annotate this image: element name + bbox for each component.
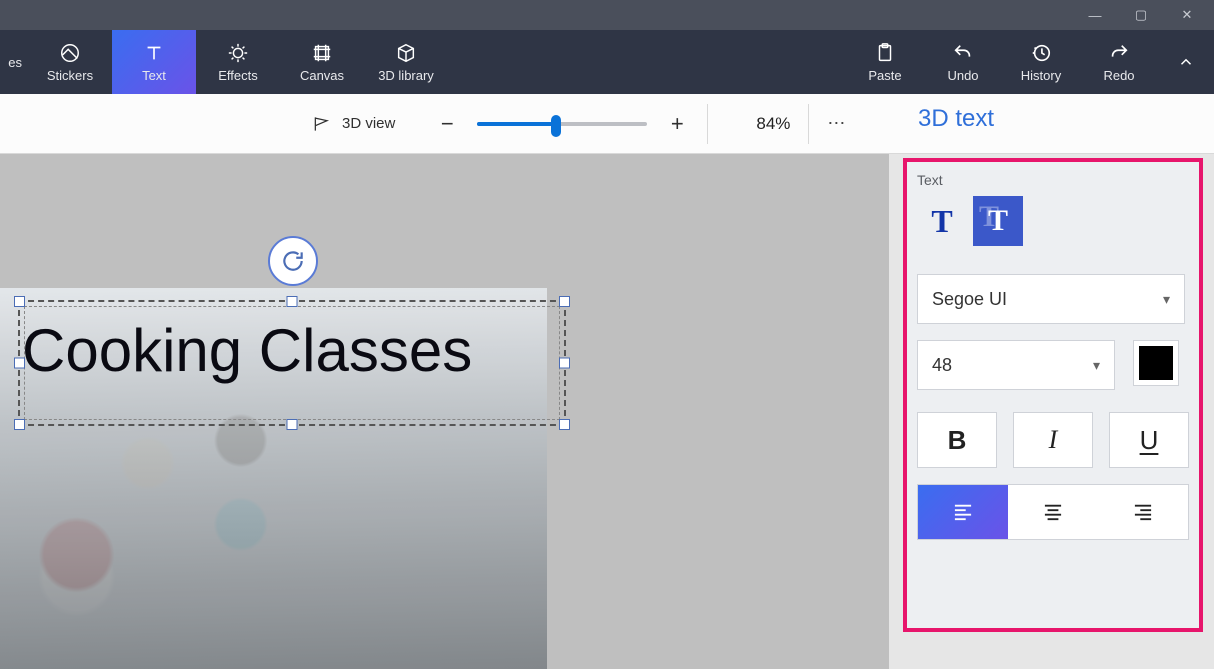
slider-fill [477, 122, 555, 126]
side-panel-title[interactable]: 3D text [918, 105, 994, 133]
chevron-up-icon [1177, 53, 1195, 71]
resize-handle-tr[interactable] [559, 296, 570, 307]
paste-icon [874, 42, 896, 64]
ribbon-item-effects[interactable]: Effects [196, 30, 280, 94]
redo-button[interactable]: Redo [1080, 30, 1158, 94]
align-center-button[interactable] [1008, 485, 1098, 539]
zoom-slider[interactable] [477, 122, 647, 126]
ribbon-label: Canvas [300, 68, 344, 83]
text-type-3d-button[interactable]: T [973, 196, 1023, 246]
ribbon-label: Paste [868, 68, 901, 83]
ribbon-label: Undo [947, 68, 978, 83]
rotate-icon [280, 248, 306, 274]
ribbon-label: Redo [1103, 68, 1134, 83]
secondary-toolbar: 3D view − + 84% ⋯ [0, 94, 1214, 154]
align-left-button[interactable] [918, 485, 1008, 539]
size-value: 48 [932, 355, 952, 376]
resize-handle-bl[interactable] [14, 419, 25, 430]
canvas-icon [311, 42, 333, 64]
divider [808, 104, 809, 144]
panel-section-label: Text [917, 172, 1189, 188]
canvas-text-content[interactable]: Cooking Classes [22, 316, 472, 385]
slider-thumb[interactable] [551, 115, 561, 137]
chevron-down-icon: ▾ [1163, 291, 1170, 308]
flag-icon [312, 114, 332, 134]
font-family-select[interactable]: Segoe UI ▾ [917, 274, 1185, 324]
text-icon [143, 42, 165, 64]
zoom-in-button[interactable]: + [665, 111, 689, 137]
ribbon-item-text[interactable]: Text [112, 30, 196, 94]
font-value: Segoe UI [932, 289, 1007, 310]
paste-button[interactable]: Paste [846, 30, 924, 94]
resize-handle-tl[interactable] [14, 296, 25, 307]
history-icon [1030, 42, 1052, 64]
align-right-button[interactable] [1098, 485, 1188, 539]
close-button[interactable]: ✕ [1164, 0, 1210, 30]
expand-ribbon-button[interactable] [1158, 30, 1214, 94]
minimize-button[interactable]: — [1072, 0, 1118, 30]
alignment-group [917, 484, 1189, 540]
history-button[interactable]: History [1002, 30, 1080, 94]
cube-icon [395, 42, 417, 64]
3d-view-label: 3D view [342, 115, 395, 132]
ribbon-item-brushes[interactable]: es [0, 30, 28, 94]
ribbon-item-stickers[interactable]: Stickers [28, 30, 112, 94]
ribbon-label: 3D library [378, 68, 434, 83]
ribbon-label: Text [142, 68, 166, 83]
chevron-down-icon: ▾ [1093, 357, 1100, 374]
rotate-handle[interactable] [268, 236, 318, 286]
ribbon-label: Stickers [47, 68, 93, 83]
undo-icon [952, 42, 974, 64]
resize-handle-br[interactable] [559, 419, 570, 430]
text-color-picker[interactable] [1133, 340, 1179, 386]
stickers-icon [59, 42, 81, 64]
resize-handle-mr[interactable] [559, 358, 570, 369]
zoom-percent[interactable]: 84% [756, 114, 790, 134]
maximize-button[interactable]: ▢ [1118, 0, 1164, 30]
ribbon-item-3d-library[interactable]: 3D library [364, 30, 448, 94]
3d-view-toggle[interactable]: 3D view [300, 108, 407, 140]
more-button[interactable]: ⋯ [827, 113, 847, 134]
ribbon-label: History [1021, 68, 1061, 83]
zoom-out-button[interactable]: − [435, 111, 459, 137]
divider [707, 104, 708, 144]
bold-button[interactable]: B [917, 412, 997, 468]
color-swatch [1139, 346, 1173, 380]
resize-handle-tm[interactable] [287, 296, 298, 307]
effects-icon [227, 42, 249, 64]
ribbon-label: es [8, 55, 22, 70]
ribbon-label: Effects [218, 68, 258, 83]
window-titlebar: — ▢ ✕ [0, 0, 1214, 30]
underline-button[interactable]: U [1109, 412, 1189, 468]
undo-button[interactable]: Undo [924, 30, 1002, 94]
font-size-select[interactable]: 48 ▾ [917, 340, 1115, 390]
italic-button[interactable]: I [1013, 412, 1093, 468]
text-properties-panel: Text T T Segoe UI ▾ 48 ▾ B I U [903, 158, 1203, 632]
ribbon-item-canvas[interactable]: Canvas [280, 30, 364, 94]
text-type-2d-button[interactable]: T [917, 196, 967, 246]
redo-icon [1108, 42, 1130, 64]
ribbon-toolbar: es Stickers Text Effects Canvas [0, 30, 1214, 94]
resize-handle-bm[interactable] [287, 419, 298, 430]
